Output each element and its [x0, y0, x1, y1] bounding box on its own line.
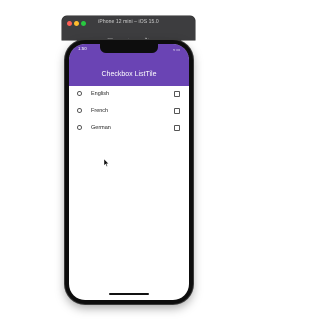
app-bar-title: Checkbox ListTile — [101, 71, 157, 78]
list-item-german[interactable]: German — [69, 120, 189, 137]
language-icon — [77, 108, 82, 113]
checkbox-german[interactable] — [174, 124, 180, 131]
list-item-label: French — [91, 108, 109, 114]
device-notch — [100, 44, 158, 53]
list-item-label: German — [91, 125, 111, 131]
list-item-french[interactable]: French — [69, 103, 189, 120]
iphone-device-frame: 1:50 ≈▭ Checkbox ListTile English French… — [65, 40, 193, 304]
app-screen: 1:50 ≈▭ Checkbox ListTile English French… — [69, 44, 189, 300]
list-item-english[interactable]: English — [69, 86, 189, 103]
language-icon — [77, 125, 82, 130]
app-bar: 1:50 ≈▭ Checkbox ListTile — [69, 44, 189, 86]
battery-icon: ▭ — [176, 46, 181, 52]
mouse-cursor-icon — [104, 159, 109, 167]
simulator-title: iPhone 12 mini – iOS 15.0 — [98, 19, 159, 25]
language-icon — [77, 91, 82, 96]
status-time: 1:50 — [78, 46, 87, 51]
checkbox-list: English French German — [69, 86, 189, 137]
checkbox-french[interactable] — [174, 107, 180, 114]
simulator-title-bar: iPhone 12 mini – iOS 15.0 ▣ ⌂ ↻ — [62, 16, 195, 44]
status-icons: ≈▭ — [173, 47, 181, 52]
home-indicator[interactable] — [109, 293, 149, 295]
checkbox-english[interactable] — [174, 90, 180, 97]
list-item-label: English — [91, 91, 110, 97]
